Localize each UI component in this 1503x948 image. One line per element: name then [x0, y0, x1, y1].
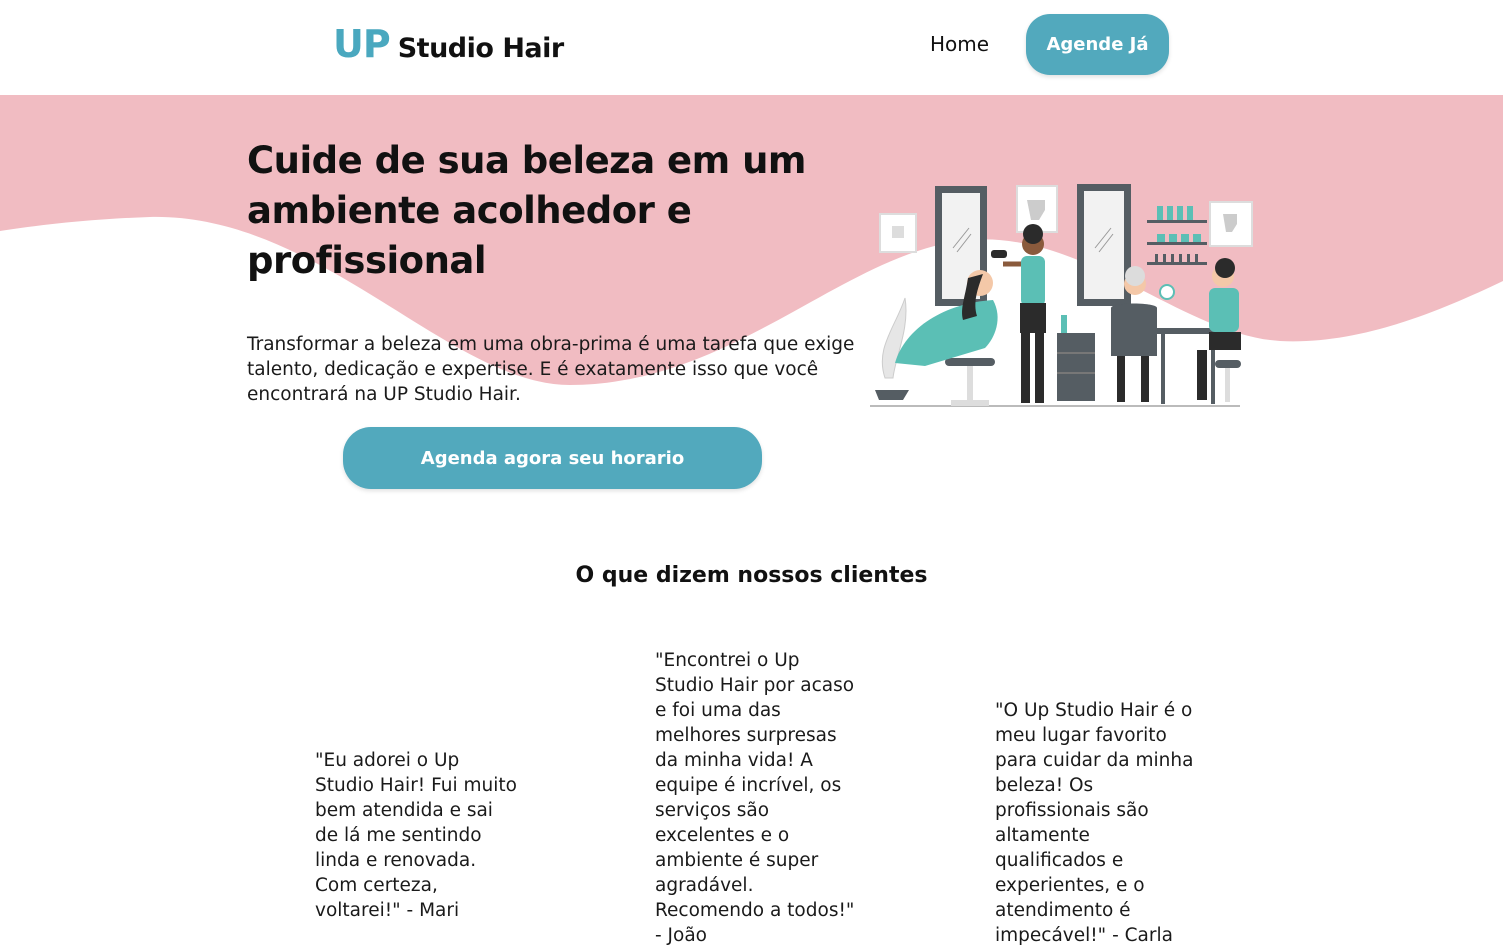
logo-mark: UP: [333, 22, 391, 66]
nav-home-link[interactable]: Home: [930, 32, 989, 56]
schedule-now-button[interactable]: Agende Já: [1026, 14, 1169, 75]
logo-name: Studio Hair: [397, 33, 565, 64]
hero-title: Cuide de sua beleza em um ambiente acolh…: [247, 139, 806, 282]
testimonials-title: O que dizem nossos clientes: [575, 563, 928, 588]
testimonial-carla: "O Up Studio Hair é o meu lugar favorito…: [995, 700, 1194, 946]
testimonial-joao: "Encontrei o Up Studio Hair por acaso e …: [655, 650, 855, 946]
site-header: UP Studio Hair Home Agende Já: [0, 0, 1503, 95]
hair-salon-illustration: [870, 184, 1253, 407]
book-appointment-button[interactable]: Agenda agora seu horario: [343, 427, 762, 489]
logo[interactable]: UP Studio Hair: [333, 22, 564, 72]
hero-description: Transformar a beleza em uma obra-prima é…: [247, 334, 855, 405]
testimonial-mari: "Eu adorei o Up Studio Hair! Fui muito b…: [315, 750, 517, 921]
